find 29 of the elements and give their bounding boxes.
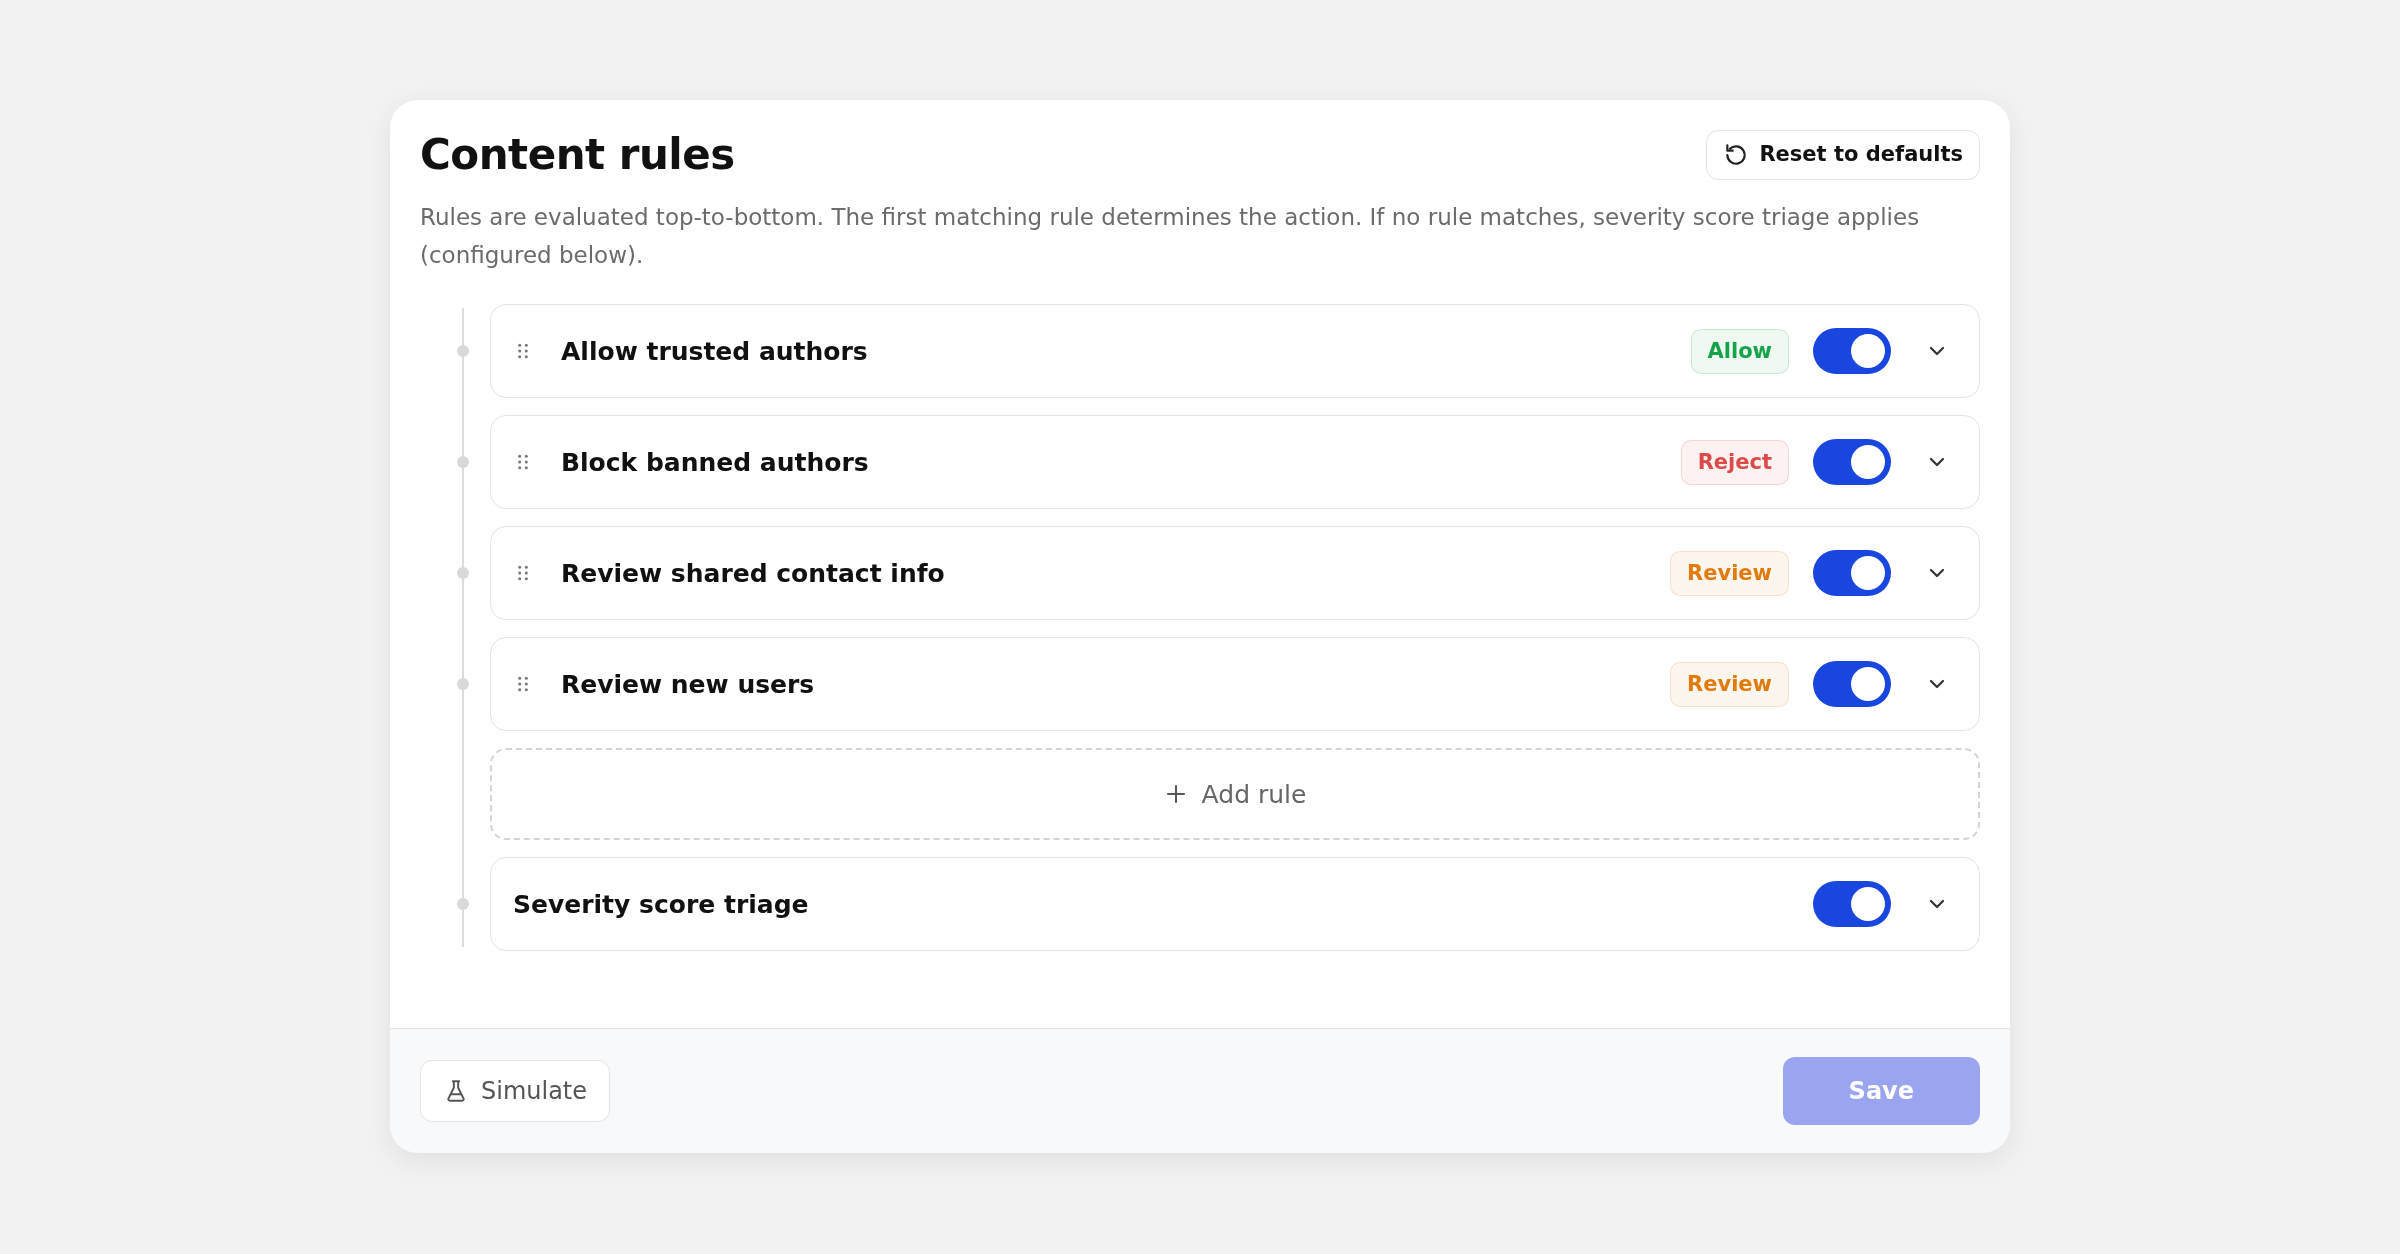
rule-name: Review shared contact info (561, 557, 945, 590)
rule-card[interactable]: Review shared contact info Review (490, 526, 1980, 621)
rule-name: Severity score triage (513, 888, 809, 921)
toggle-switch[interactable] (1813, 661, 1891, 708)
rule-card[interactable]: Block banned authors Reject (490, 415, 1980, 510)
rule-card[interactable]: Allow trusted authors Allow (490, 304, 1980, 399)
timeline-dot (457, 678, 469, 691)
timeline-dot (457, 567, 469, 580)
timeline-dot (457, 898, 469, 911)
action-tag: Review (1670, 661, 1789, 708)
rule-card[interactable]: Review new users Review (490, 637, 1980, 732)
action-tag: Reject (1680, 439, 1789, 486)
description-text: Rules are evaluated top-to-bottom. The first matching rule determines the action. If no rule matches, severity score triage applies (configured below). (420, 203, 1921, 271)
timeline-dot (457, 456, 469, 469)
rule-name: Review new users (561, 668, 815, 701)
add-rule-button[interactable]: Add rule (490, 748, 1980, 841)
toggle-switch[interactable] (1813, 328, 1891, 375)
action-tag: Allow (1690, 328, 1789, 375)
toggle-switch[interactable] (1813, 881, 1891, 928)
rule-name: Allow trusted authors (561, 335, 868, 368)
toggle-switch[interactable] (1813, 550, 1891, 597)
toggle-switch[interactable] (1813, 439, 1891, 486)
action-tag: Review (1670, 550, 1789, 597)
rule-name: Block banned authors (561, 446, 869, 479)
simulate-button[interactable]: Simulate (420, 1060, 611, 1123)
timeline-dot (457, 345, 469, 358)
rule-card[interactable]: Severity score triage (490, 857, 1980, 952)
reset-to-defaults-button[interactable]: Reset to defaults (1706, 130, 1980, 180)
panel-title: Content rules (420, 130, 735, 181)
